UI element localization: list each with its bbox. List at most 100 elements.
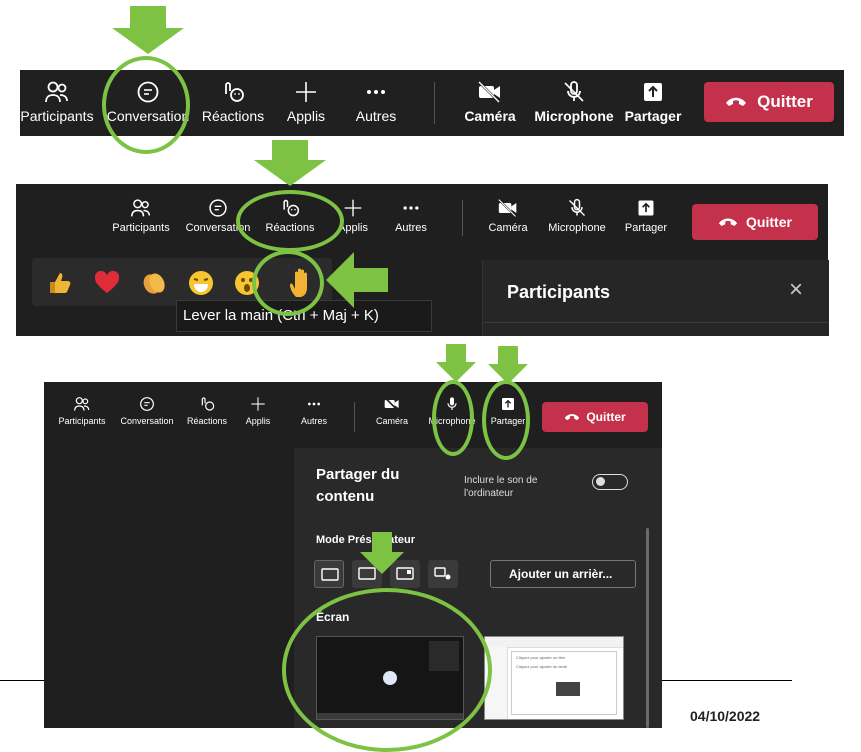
- share-title-line1: Partager du: [316, 466, 400, 483]
- leave-label: Quitter: [746, 214, 792, 230]
- window-thumb-text: Cliquez pour ajouter du texte: [516, 664, 568, 669]
- camera-label: Caméra: [488, 222, 528, 234]
- conversation-label: Conversation: [120, 416, 174, 426]
- more-icon: [364, 80, 388, 104]
- participants-label: Participants: [112, 222, 170, 234]
- apps-label: Applis: [286, 108, 326, 124]
- toolbar-panel-2: Participants Conversation Réactions Appl…: [16, 184, 829, 336]
- share-title-line2: contenu: [316, 488, 375, 505]
- more-label: Autres: [355, 108, 397, 124]
- highlight-screen-option: [282, 588, 492, 752]
- content-only-icon: [321, 568, 339, 581]
- camera-button[interactable]: Caméra: [460, 80, 520, 124]
- add-background-button[interactable]: Ajouter un arrièr...: [490, 560, 636, 588]
- camera-off-icon: [497, 198, 519, 218]
- camera-off-icon: [477, 80, 503, 104]
- mic-off-icon: [567, 198, 587, 218]
- thumbs-up-icon[interactable]: [46, 270, 72, 296]
- share-button[interactable]: Partager: [620, 80, 686, 124]
- participants-label: Participants: [20, 108, 94, 124]
- window-thumb-title: Cliquez pour ajouter un titre: [516, 655, 566, 660]
- leave-button[interactable]: Quitter: [704, 82, 834, 122]
- microphone-button[interactable]: Microphone: [532, 80, 616, 124]
- highlight-microphone: [432, 380, 474, 456]
- reactions-label: Réactions: [186, 416, 228, 426]
- pointer-arrow: [112, 6, 184, 54]
- plus-icon: [343, 198, 363, 218]
- highlight-conversation: [102, 56, 190, 154]
- clap-icon[interactable]: [140, 269, 168, 297]
- participants-button[interactable]: Participants: [20, 80, 94, 124]
- include-sound-line1: Inclure le son de: [464, 475, 538, 486]
- mode-content-only[interactable]: [314, 560, 344, 588]
- close-icon[interactable]: ×: [789, 276, 803, 304]
- more-icon: [401, 198, 421, 218]
- conversation-button[interactable]: Conversation: [116, 396, 178, 426]
- chat-icon: [139, 396, 155, 412]
- window-thumbnail[interactable]: Cliquez pour ajouter un titre Cliquez po…: [484, 636, 624, 720]
- participants-panel: Participants ×: [482, 260, 829, 336]
- reactions-label: Réactions: [201, 108, 265, 124]
- share-label: Partager: [624, 222, 668, 234]
- participants-icon: [44, 80, 70, 104]
- panel-divider: [483, 322, 829, 323]
- toolbar-divider: [434, 82, 435, 124]
- participants-button[interactable]: Participants: [104, 198, 178, 234]
- reactions-button[interactable]: Réactions: [182, 396, 232, 426]
- more-icon: [306, 396, 322, 412]
- scrollbar[interactable]: [646, 528, 649, 728]
- more-button[interactable]: Autres: [296, 396, 332, 426]
- apps-button[interactable]: Applis: [240, 396, 276, 426]
- share-screen-icon: [636, 198, 656, 218]
- leave-label: Quitter: [757, 92, 813, 111]
- include-sound-toggle[interactable]: [592, 474, 628, 490]
- mic-off-icon: [562, 80, 586, 104]
- laugh-icon[interactable]: [188, 270, 214, 296]
- mode-reporter[interactable]: [428, 560, 458, 588]
- camera-button[interactable]: Caméra: [370, 396, 414, 426]
- camera-label: Caméra: [464, 108, 516, 124]
- pointer-arrow: [326, 252, 388, 308]
- reporter-icon: [434, 567, 451, 580]
- microphone-button[interactable]: Microphone: [542, 198, 612, 234]
- footer-line-right: [662, 680, 792, 681]
- microphone-label: Microphone: [534, 108, 614, 124]
- highlight-reactions: [236, 190, 344, 252]
- heart-icon[interactable]: [94, 270, 120, 296]
- reactions-button[interactable]: Réactions: [198, 80, 268, 124]
- toolbar-divider: [354, 402, 355, 432]
- leave-button[interactable]: Quitter: [542, 402, 648, 432]
- add-background-label: Ajouter un arrièr...: [509, 567, 613, 581]
- more-label: Autres: [300, 416, 327, 426]
- camera-button[interactable]: Caméra: [482, 198, 534, 234]
- chat-icon: [208, 198, 228, 218]
- leave-label: Quitter: [586, 410, 626, 424]
- apps-button[interactable]: Applis: [276, 80, 336, 124]
- more-label: Autres: [395, 222, 427, 234]
- participants-panel-title: Participants: [507, 282, 611, 302]
- include-sound-line2: l'ordinateur: [464, 488, 514, 499]
- participants-button[interactable]: Participants: [54, 396, 110, 426]
- reactions-icon: [198, 396, 216, 412]
- share-screen-icon: [641, 80, 665, 104]
- apps-label: Applis: [245, 416, 271, 426]
- footer-line-left: [0, 680, 44, 681]
- participants-icon: [73, 396, 91, 412]
- hang-up-icon: [718, 214, 738, 230]
- participants-label: Participants: [58, 416, 106, 426]
- window-thumb-slide: Cliquez pour ajouter un titre Cliquez po…: [511, 651, 617, 715]
- plus-icon: [250, 396, 266, 412]
- more-button[interactable]: Autres: [346, 80, 406, 124]
- plus-icon: [294, 80, 318, 104]
- pointer-arrow: [436, 344, 476, 382]
- include-sound-label: Inclure le son de l'ordinateur: [464, 474, 537, 500]
- hang-up-icon: [725, 92, 747, 112]
- share-button[interactable]: Partager: [618, 198, 674, 234]
- more-button[interactable]: Autres: [386, 198, 436, 234]
- pointer-arrow: [360, 532, 404, 574]
- toolbar-divider: [462, 200, 463, 236]
- reactions-icon: [220, 80, 246, 104]
- participants-icon: [130, 198, 152, 218]
- leave-button[interactable]: Quitter: [692, 204, 818, 240]
- highlight-raise-hand: [252, 250, 324, 316]
